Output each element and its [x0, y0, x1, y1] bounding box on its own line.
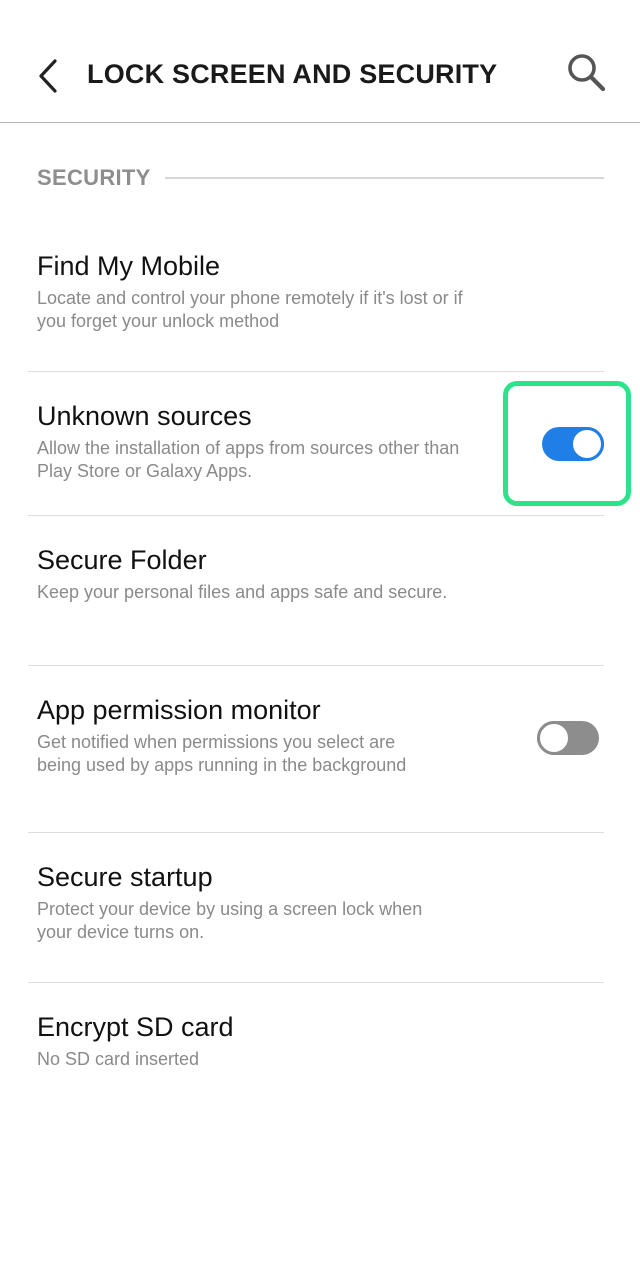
item-title: Find My Mobile — [37, 251, 221, 281]
item-subtitle: Protect your device by using a screen lo… — [37, 899, 423, 942]
item-title: Secure Folder — [37, 545, 207, 575]
item-subtitle: No SD card inserted — [37, 1049, 200, 1069]
item-title: Secure startup — [37, 862, 213, 892]
app-permission-monitor-toggle[interactable] — [537, 721, 599, 755]
item-title: Encrypt SD card — [37, 1012, 234, 1042]
list-item-encrypt-sd-card[interactable]: Encrypt SD card No SD card inserted — [28, 1011, 604, 1091]
search-button[interactable] — [562, 50, 610, 94]
item-subtitle: Keep your personal files and apps safe a… — [37, 582, 448, 602]
list-item-secure-startup[interactable]: Secure startup Protect your device by us… — [28, 861, 604, 983]
list-item-secure-folder[interactable]: Secure Folder Keep your personal files a… — [28, 544, 604, 666]
section-header-security: SECURITY — [37, 163, 604, 193]
back-button[interactable] — [28, 56, 68, 96]
section-label: SECURITY — [37, 165, 151, 190]
item-title: App permission monitor — [37, 695, 321, 725]
list-item-find-my-mobile[interactable]: Find My Mobile Locate and control your p… — [28, 250, 604, 372]
page-title: LOCK SCREEN AND SECURITY — [87, 59, 498, 89]
item-subtitle: Allow the installation of apps from sour… — [37, 438, 460, 481]
section-divider — [164, 177, 604, 179]
highlight-box — [503, 381, 631, 506]
app-bar: LOCK SCREEN AND SECURITY — [0, 0, 640, 123]
list-item-app-permission-monitor[interactable]: App permission monitor Get notified when… — [28, 694, 604, 833]
search-icon — [568, 54, 606, 92]
item-subtitle: Get notified when permissions you select… — [37, 732, 407, 775]
item-subtitle: Locate and control your phone remotely i… — [37, 288, 463, 331]
chevron-left-icon — [39, 59, 57, 93]
toggle-knob — [537, 721, 571, 755]
